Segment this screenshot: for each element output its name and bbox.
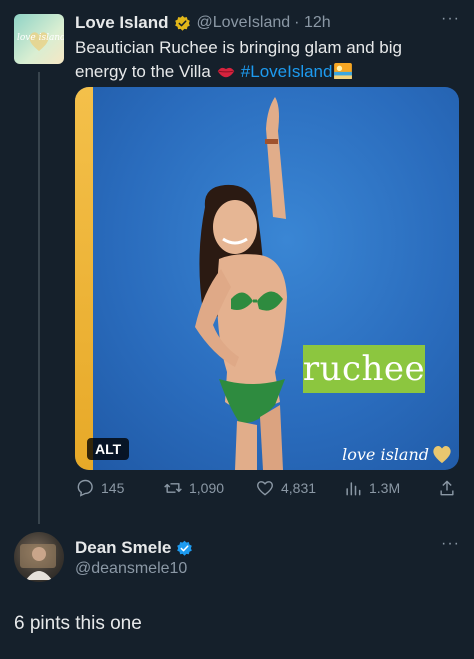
tweet-timestamp[interactable]: · 12h — [294, 14, 330, 32]
hashtag-link[interactable]: #LoveIsland — [241, 62, 333, 81]
thread-connector-line — [38, 72, 40, 524]
contestant-name: ruchee — [302, 349, 426, 389]
avatar-photo — [20, 544, 56, 580]
views-button[interactable]: 1.3M — [343, 478, 400, 498]
more-options-icon[interactable]: ··· — [441, 10, 460, 28]
view-count: 1.3M — [369, 480, 401, 496]
author-handle[interactable]: @LoveIsland — [197, 14, 291, 32]
image-accent-bar — [75, 87, 93, 470]
tweet-header: Love Island @LoveIsland · 12h ··· — [75, 10, 460, 34]
reply-text: 6 pints this one — [14, 613, 142, 634]
reply-button[interactable]: 145 — [75, 478, 124, 498]
share-button[interactable] — [437, 478, 463, 498]
tweet-image[interactable]: ruchee ALT love island — [75, 87, 459, 470]
tweet-action-bar: 145 1,090 4,831 1.3M — [75, 478, 459, 504]
alt-text-button[interactable]: ALT — [87, 438, 130, 460]
retweet-icon — [164, 483, 182, 493]
retweet-button[interactable]: 1,090 — [163, 478, 224, 498]
retweet-count: 1,090 — [189, 480, 225, 496]
share-icon — [440, 480, 454, 496]
verified-gold-badge-icon — [174, 15, 190, 31]
avatar-logo-text: love island — [17, 33, 64, 43]
reply-author-handle[interactable]: @deansmele10 — [75, 560, 187, 578]
tweet-body: Beautician Ruchee is bringing glam and b… — [75, 36, 455, 84]
tweet-text: Beautician Ruchee is bringing glam and b… — [75, 38, 402, 81]
verified-blue-badge-icon — [177, 540, 193, 556]
love-island-watermark: love island — [342, 444, 453, 464]
heart-icon — [257, 481, 273, 496]
reply-count: 145 — [101, 480, 125, 496]
reply-author-name[interactable]: Dean Smele — [75, 538, 171, 558]
watermark-text: love island — [342, 444, 429, 464]
reply-header: Dean Smele ··· — [75, 535, 460, 559]
love-island-avatar[interactable]: love island — [14, 14, 64, 64]
like-count: 4,831 — [281, 480, 317, 496]
reply-more-options-icon[interactable]: ··· — [441, 535, 460, 553]
like-button[interactable]: 4,831 — [255, 478, 316, 498]
contestant-name-card: ruchee — [303, 345, 425, 393]
kiss-lips-emoji-icon — [217, 67, 235, 78]
dean-smele-avatar[interactable] — [14, 532, 64, 582]
watermark-heart-icon — [433, 445, 451, 464]
author-name[interactable]: Love Island — [75, 13, 169, 33]
reply-icon — [77, 479, 93, 497]
beach-emoji-icon — [334, 63, 353, 79]
views-chart-icon — [346, 482, 361, 496]
contestant-photo — [195, 97, 287, 470]
